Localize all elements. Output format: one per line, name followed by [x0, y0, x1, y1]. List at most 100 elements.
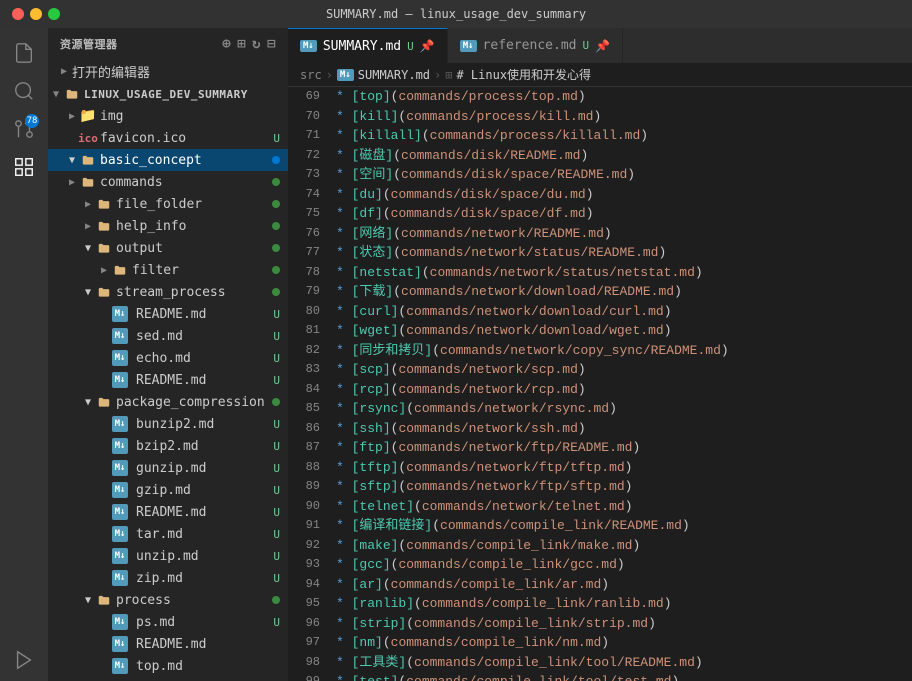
line-72: * [磁盘](commands/disk/README.md): [336, 146, 904, 166]
line-91: * [编译和链接](commands/compile_link/README.m…: [336, 516, 904, 536]
process-icon: [96, 592, 112, 608]
breadcrumb-src[interactable]: src: [300, 68, 322, 82]
line-76: * [网络](commands/network/README.md): [336, 224, 904, 244]
sidebar-title: 资源管理器: [60, 36, 118, 52]
source-control-icon[interactable]: 78: [7, 112, 41, 146]
favicon-label: favicon.ico: [100, 131, 273, 146]
ps-badge: U: [273, 616, 280, 629]
commands-label: commands: [100, 175, 272, 190]
sidebar-item-sys-info[interactable]: ▶ sys_info: [48, 677, 288, 681]
sidebar-item-bunzip2[interactable]: M↓ bunzip2.md U: [48, 413, 288, 435]
sidebar-item-file-folder[interactable]: ▶ file_folder: [48, 193, 288, 215]
bzip2-badge: U: [273, 440, 280, 453]
file-tree: ▼ LINUX_USAGE_DEV_SUMMARY ▶ 📁 img ico fa…: [48, 83, 288, 681]
sidebar-item-echo[interactable]: M↓ echo.md U: [48, 347, 288, 369]
maximize-button[interactable]: [48, 8, 60, 20]
root-arrow: ▼: [48, 89, 64, 100]
basic-concept-icon: [80, 152, 96, 168]
sidebar-item-unzip[interactable]: M↓ unzip.md U: [48, 545, 288, 567]
line-79: * [下载](commands/network/download/README.…: [336, 282, 904, 302]
gzip-label: gzip.md: [136, 483, 273, 498]
output-label: output: [116, 241, 272, 256]
sidebar-item-commands[interactable]: ▶ commands: [48, 171, 288, 193]
process-arrow: ▼: [80, 595, 96, 606]
reference-tab-badge: U: [582, 39, 589, 52]
file-folder-arrow: ▶: [80, 199, 96, 210]
new-file-icon[interactable]: ⊕: [222, 36, 231, 52]
file-folder-icon: [96, 196, 112, 212]
editor-area: M↓ SUMMARY.md U 📌 M↓ reference.md U 📌 sr…: [288, 28, 912, 681]
explorer-icon[interactable]: [7, 150, 41, 184]
code-lines: 69 70 71 72 73 74 75 76 77 78 79 80 81 8…: [288, 87, 912, 681]
sidebar-item-help-info[interactable]: ▶ help_info: [48, 215, 288, 237]
line-80: * [curl](commands/network/download/curl.…: [336, 302, 904, 322]
line-87: * [ftp](commands/network/ftp/README.md): [336, 438, 904, 458]
echo-label: echo.md: [136, 351, 273, 366]
main-container: 78 资源管理器 ⊕ ⊞ ↻ ⊟: [0, 28, 912, 681]
search-icon[interactable]: [7, 74, 41, 108]
close-button[interactable]: [12, 8, 24, 20]
sidebar-item-pkg-compression[interactable]: ▼ package_compression: [48, 391, 288, 413]
line-95: * [ranlib](commands/compile_link/ranlib.…: [336, 594, 904, 614]
activity-bar: 78: [0, 28, 48, 681]
sidebar-item-readme2[interactable]: M↓ README.md U: [48, 369, 288, 391]
root-folder[interactable]: ▼ LINUX_USAGE_DEV_SUMMARY: [48, 83, 288, 105]
sidebar-item-bzip2[interactable]: M↓ bzip2.md U: [48, 435, 288, 457]
tar-label: tar.md: [136, 527, 273, 542]
stream-process-icon: [96, 284, 112, 300]
echo-icon: M↓: [112, 350, 128, 366]
code-editor[interactable]: 69 70 71 72 73 74 75 76 77 78 79 80 81 8…: [288, 87, 912, 681]
img-arrow: ▶: [64, 111, 80, 122]
breadcrumb-file[interactable]: SUMMARY.md: [358, 68, 430, 82]
tab-summary[interactable]: M↓ SUMMARY.md U 📌: [288, 28, 448, 63]
gunzip-label: gunzip.md: [136, 461, 273, 476]
sed-icon: M↓: [112, 328, 128, 344]
sidebar-item-ps[interactable]: M↓ ps.md U: [48, 611, 288, 633]
output-arrow: ▼: [80, 243, 96, 254]
root-folder-icon: [64, 86, 80, 102]
open-editors-section[interactable]: ▶ 打开的编辑器: [48, 60, 288, 83]
line-94: * [ar](commands/compile_link/ar.md): [336, 575, 904, 595]
collapse-icon[interactable]: ⊟: [267, 36, 276, 52]
line-77: * [状态](commands/network/status/README.md…: [336, 243, 904, 263]
minimize-button[interactable]: [30, 8, 42, 20]
refresh-icon[interactable]: ↻: [252, 36, 261, 52]
filter-dot: [272, 266, 280, 274]
sidebar-item-img[interactable]: ▶ 📁 img: [48, 105, 288, 127]
readme3-badge: U: [273, 506, 280, 519]
new-folder-icon[interactable]: ⊞: [237, 36, 246, 52]
sidebar-item-zip[interactable]: M↓ zip.md U: [48, 567, 288, 589]
sidebar-item-readme-sp[interactable]: M↓ README.md U: [48, 303, 288, 325]
sidebar-item-sed[interactable]: M↓ sed.md U: [48, 325, 288, 347]
line-71: * [killall](commands/process/killall.md): [336, 126, 904, 146]
breadcrumb-heading[interactable]: # Linux使用和开发心得: [456, 66, 591, 83]
sidebar-item-top[interactable]: M↓ top.md: [48, 655, 288, 677]
basic-concept-label: basic_concept: [100, 153, 272, 168]
sidebar-item-tar[interactable]: M↓ tar.md U: [48, 523, 288, 545]
run-icon[interactable]: [7, 643, 41, 677]
sidebar-item-gunzip[interactable]: M↓ gunzip.md U: [48, 457, 288, 479]
sed-label: sed.md: [136, 329, 273, 344]
breadcrumb-file-icon: M↓: [337, 69, 354, 81]
unzip-badge: U: [273, 550, 280, 563]
sidebar-item-readme4[interactable]: M↓ README.md: [48, 633, 288, 655]
sidebar-header: 资源管理器 ⊕ ⊞ ↻ ⊟: [48, 28, 288, 60]
sidebar-item-filter[interactable]: ▶ filter: [48, 259, 288, 281]
sidebar-item-favicon[interactable]: ico favicon.ico U: [48, 127, 288, 149]
sidebar-item-process[interactable]: ▼ process: [48, 589, 288, 611]
line-73: * [空间](commands/disk/space/README.md): [336, 165, 904, 185]
stream-process-arrow: ▼: [80, 287, 96, 298]
sidebar-item-stream-process[interactable]: ▼ stream_process: [48, 281, 288, 303]
sidebar-item-basic-concept[interactable]: ▼ basic_concept: [48, 149, 288, 171]
readme-sp-badge: U: [273, 308, 280, 321]
tab-reference[interactable]: M↓ reference.md U 📌: [448, 28, 623, 63]
sidebar-item-readme3[interactable]: M↓ README.md U: [48, 501, 288, 523]
files-icon[interactable]: [7, 36, 41, 70]
sidebar-item-gzip[interactable]: M↓ gzip.md U: [48, 479, 288, 501]
line-96: * [strip](commands/compile_link/strip.md…: [336, 614, 904, 634]
sidebar-item-output[interactable]: ▼ output: [48, 237, 288, 259]
help-info-dot: [272, 222, 280, 230]
process-label: process: [116, 593, 272, 608]
sidebar: 资源管理器 ⊕ ⊞ ↻ ⊟ ▶ 打开的编辑器 ▼ LINUX_USAGE_DEV…: [48, 28, 288, 681]
titlebar: SUMMARY.md — linux_usage_dev_summary: [0, 0, 912, 28]
